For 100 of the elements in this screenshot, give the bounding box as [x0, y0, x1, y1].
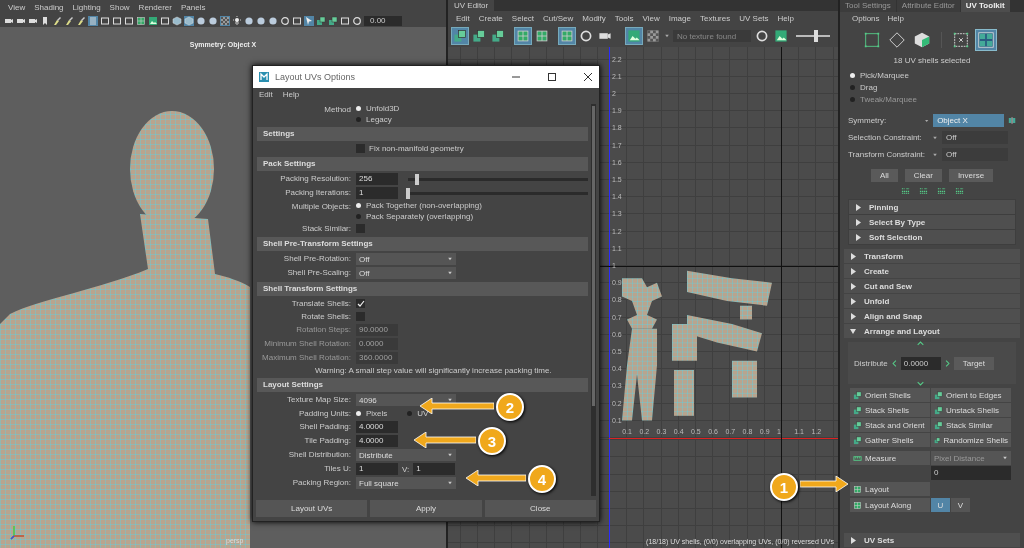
section-header[interactable]: Unfold [844, 294, 1020, 308]
panel-tab[interactable]: Attribute Editor [896, 0, 960, 12]
section-header[interactable]: Cut and Sew [844, 279, 1020, 293]
section-header[interactable]: Shell Transform Settings [257, 282, 588, 296]
value-field[interactable]: 1 [356, 187, 398, 199]
slider-thumb[interactable] [406, 187, 410, 199]
stack-icon[interactable] [328, 15, 338, 26]
list-icon[interactable] [88, 15, 98, 26]
align-icon[interactable] [954, 186, 964, 195]
square-icon[interactable] [112, 15, 122, 26]
layout-button[interactable]: Layout [850, 482, 930, 496]
square-icon[interactable] [160, 15, 170, 26]
tool-button[interactable]: Gather Shells [850, 433, 930, 447]
value-field[interactable]: 1 [356, 463, 398, 475]
radio-button[interactable] [407, 411, 413, 416]
tool-button[interactable]: Stack and Orient [850, 418, 930, 432]
sphere-icon[interactable] [208, 15, 218, 26]
checker-icon[interactable] [220, 15, 230, 26]
selection-button[interactable]: All [870, 169, 898, 182]
panel-tab[interactable]: UV Toolkit [960, 0, 1010, 12]
menu-item[interactable]: View [642, 13, 660, 23]
sphere-icon[interactable] [196, 15, 206, 26]
tool-button[interactable]: Orient to Edges [931, 388, 1011, 402]
square-icon[interactable] [292, 15, 302, 26]
section-header[interactable]: Pack Settings [257, 157, 588, 171]
panel-tab[interactable]: UV Editor [448, 0, 495, 11]
section-header[interactable]: Align and Snap [844, 309, 1020, 323]
menu-item[interactable]: Shading [34, 2, 64, 12]
symmetry-icon[interactable] [1007, 116, 1016, 125]
grid-icon[interactable] [136, 15, 146, 26]
slider-thumb[interactable] [415, 173, 419, 185]
stack-icon[interactable] [471, 28, 487, 44]
tool-button[interactable]: Stack Shells [850, 403, 930, 417]
tool-button[interactable]: Unstack Shells [931, 403, 1011, 417]
cursor-icon[interactable] [304, 15, 314, 26]
radio-button[interactable] [356, 106, 361, 111]
maximize-icon[interactable] [547, 72, 557, 82]
section-header[interactable]: Shell Pre-Transform Settings [257, 237, 588, 251]
chevron-left-icon[interactable] [890, 359, 898, 367]
section-header[interactable]: Arrange and Layout [844, 324, 1020, 338]
square-icon[interactable] [100, 15, 110, 26]
scrollbar[interactable] [591, 104, 596, 496]
checker-icon[interactable] [645, 28, 661, 44]
radio-button[interactable] [356, 214, 361, 219]
menu-item[interactable]: Textures [699, 13, 731, 23]
dialog-button[interactable]: Close [484, 500, 596, 517]
menu-item[interactable]: Help [282, 90, 300, 100]
chevron-down-icon[interactable] [917, 379, 925, 387]
square-dots-icon[interactable] [862, 30, 882, 50]
brush-icon[interactable] [52, 15, 62, 26]
square-x-icon[interactable] [951, 30, 971, 50]
stack-icon[interactable] [490, 28, 506, 44]
menu-item[interactable]: Edit [259, 90, 273, 100]
menu-item[interactable]: Edit [456, 13, 470, 23]
image-icon[interactable] [148, 15, 158, 26]
value-field[interactable]: 1 [413, 463, 456, 475]
dropdown[interactable]: Full square [356, 477, 456, 489]
ring-icon[interactable] [578, 28, 594, 44]
value-field[interactable]: 4.0000 [356, 435, 398, 447]
menu-item[interactable]: Select [511, 13, 535, 23]
tool-button[interactable]: Orient Shells [850, 388, 930, 402]
layout-along-button[interactable]: Layout Along [850, 498, 930, 512]
caret-down-icon[interactable] [923, 117, 930, 124]
axis-toggle[interactable]: V [951, 498, 970, 512]
menu-item[interactable]: Options [852, 14, 880, 23]
checkbox[interactable] [356, 299, 365, 308]
chevron-up-icon[interactable] [917, 339, 925, 347]
radio-button[interactable] [850, 73, 855, 78]
section-header[interactable]: Pinning [849, 200, 1015, 214]
align-icon[interactable] [900, 186, 910, 195]
menu-item[interactable]: Lighting [72, 2, 101, 12]
cube-icon[interactable] [184, 15, 194, 26]
caret-down-icon[interactable] [664, 33, 670, 39]
option-dropdown[interactable]: Off [942, 148, 1008, 161]
distribute-field[interactable]: 0.0000 [900, 356, 941, 370]
radio-button[interactable] [850, 85, 855, 90]
dropdown[interactable]: Off [356, 253, 456, 265]
caret-down-icon[interactable] [932, 134, 938, 141]
panel-tab[interactable]: Tool Settings [840, 0, 896, 12]
menu-item[interactable]: Help [887, 14, 905, 23]
square-icon[interactable] [124, 15, 134, 26]
tool-button[interactable]: Randomize Shells [931, 433, 1011, 447]
menu-item[interactable]: Modify [582, 13, 606, 23]
value-field[interactable]: 256 [356, 173, 398, 185]
selection-button[interactable]: Inverse [948, 169, 994, 182]
bookmark-icon[interactable] [40, 15, 50, 26]
diamond-icon[interactable] [887, 30, 907, 50]
menu-item[interactable]: Renderer [138, 2, 172, 12]
menu-item[interactable]: Create [478, 13, 503, 23]
radio-button[interactable] [356, 203, 361, 208]
section-header[interactable]: UV Sets [844, 533, 1020, 547]
menu-item[interactable]: Help [777, 13, 794, 23]
caret-down-icon[interactable] [932, 151, 938, 158]
section-header[interactable]: Create [844, 264, 1020, 278]
time-field[interactable]: 0.00 [364, 15, 402, 26]
align-icon[interactable] [918, 186, 928, 195]
dropdown[interactable]: Distribute [356, 449, 456, 461]
option-dropdown[interactable]: Object X [933, 114, 1004, 127]
align-icon[interactable] [936, 186, 946, 195]
menu-item[interactable]: Panels [180, 2, 206, 12]
